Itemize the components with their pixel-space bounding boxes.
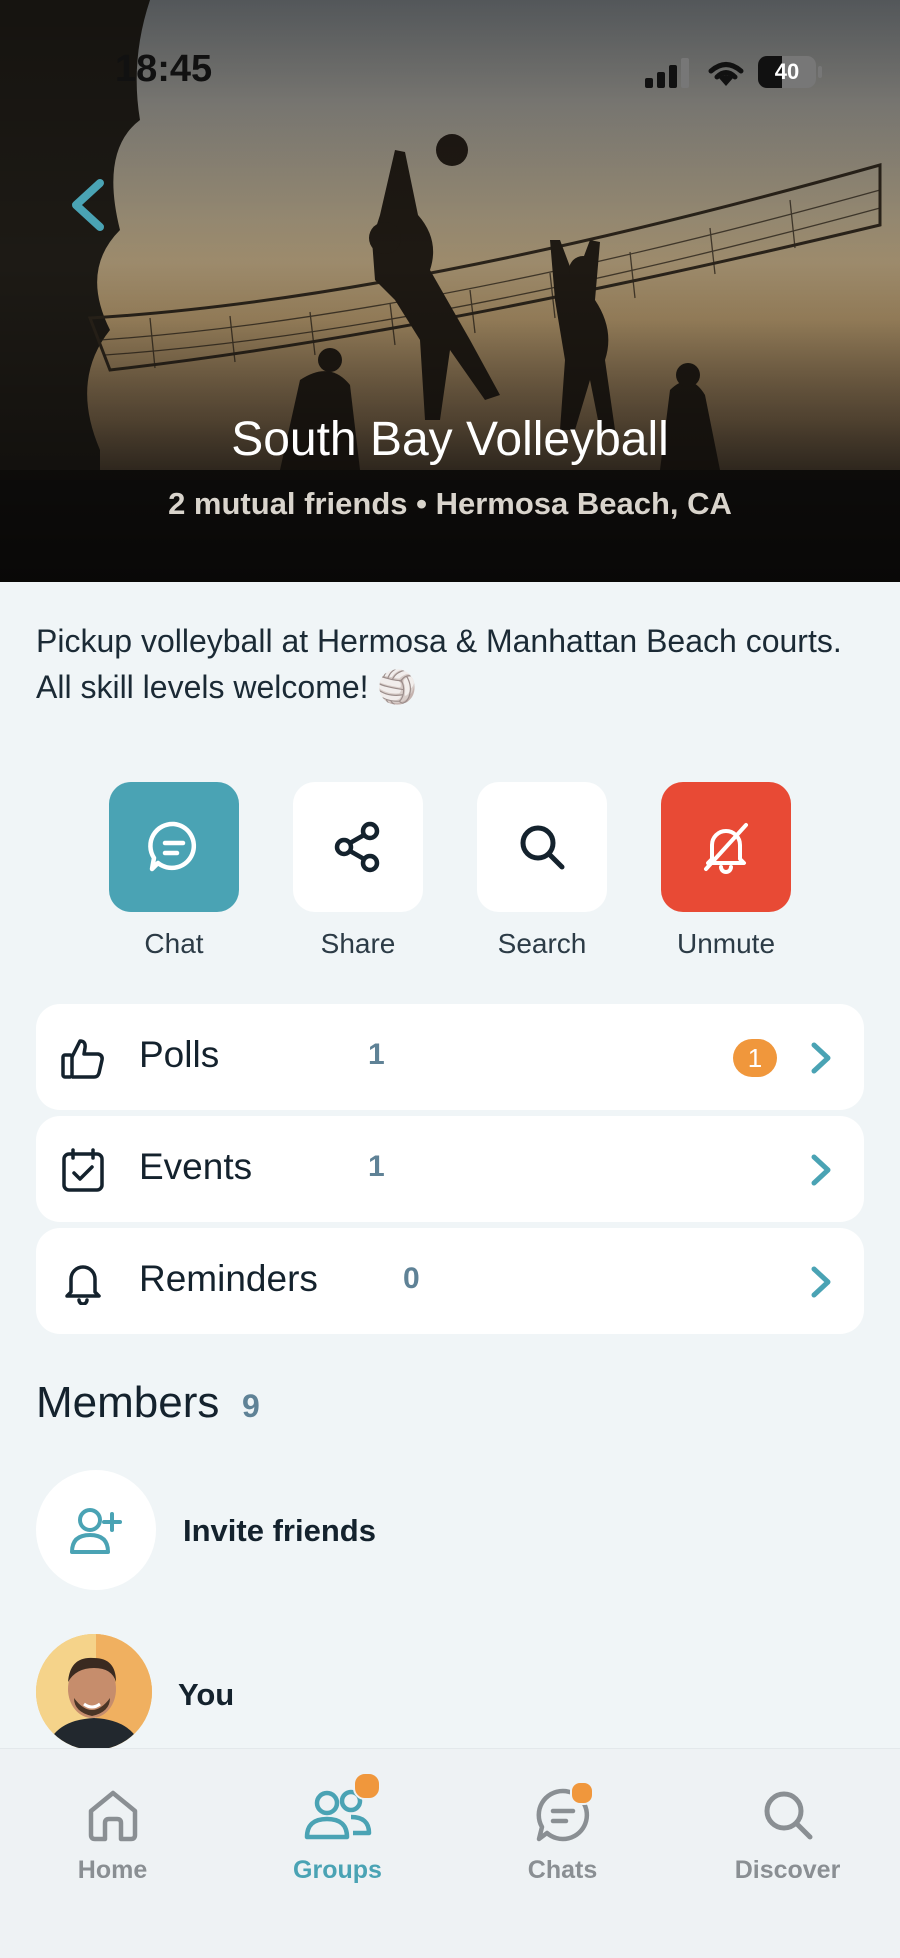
back-button[interactable]: [62, 175, 112, 235]
chevron-right-icon: [811, 1042, 831, 1074]
invite-friends-button[interactable]: [36, 1470, 156, 1590]
unmute-label: Unmute: [676, 928, 776, 959]
polls-row[interactable]: Polls 1 1: [36, 1004, 864, 1110]
discover-icon: [764, 1791, 812, 1840]
search-button[interactable]: [477, 782, 607, 912]
chats-notification-dot: [570, 1781, 594, 1805]
chevron-right-icon: [811, 1266, 831, 1298]
tab-home-label: Home: [77, 1856, 148, 1884]
group-title: South Bay Volleyball: [231, 413, 669, 466]
search-label: Search: [497, 928, 587, 959]
calendar-check-icon: [62, 1148, 104, 1192]
unmute-button[interactable]: [661, 782, 791, 912]
reminders-row[interactable]: Reminders 0: [36, 1228, 864, 1334]
chat-button[interactable]: [109, 782, 239, 912]
tab-discover-label: Discover: [734, 1856, 841, 1884]
events-label: Events: [139, 1146, 253, 1187]
polls-label: Polls: [139, 1034, 220, 1075]
thumbs-up-icon: [61, 1039, 104, 1079]
add-user-icon: [70, 1508, 122, 1554]
tab-bar: Home Groups Chats Discover: [0, 1748, 900, 1958]
reminders-count: 0: [403, 1262, 420, 1295]
tab-groups-label: Groups: [293, 1856, 382, 1884]
status-bar: 18:45 40: [0, 0, 900, 140]
chevron-right-icon: [811, 1154, 831, 1186]
chat-action[interactable]: Chat: [109, 782, 239, 960]
bell-off-icon: [704, 823, 748, 874]
members-count: 9: [242, 1388, 260, 1424]
reminders-label: Reminders: [139, 1258, 318, 1299]
share-action[interactable]: Share: [293, 782, 423, 960]
group-description: Pickup volleyball at Hermosa & Manhattan…: [36, 623, 842, 705]
bell-icon: [65, 1265, 101, 1305]
invite-friends-label[interactable]: Invite friends: [183, 1513, 376, 1549]
share-button[interactable]: [293, 782, 423, 912]
events-row[interactable]: Events 1: [36, 1116, 864, 1222]
unmute-action[interactable]: Unmute: [661, 782, 791, 960]
chat-bubble-icon: [148, 821, 197, 872]
home-icon: [88, 1790, 137, 1842]
wifi-icon: [708, 62, 744, 86]
avatar[interactable]: [36, 1634, 152, 1750]
polls-count: 1: [368, 1038, 385, 1071]
member-name[interactable]: You: [178, 1677, 234, 1713]
battery-icon: 40: [758, 56, 816, 88]
battery-level: 40: [774, 59, 800, 84]
polls-unread-badge: 1: [733, 1039, 777, 1077]
tab-chats-label: Chats: [527, 1856, 598, 1884]
group-subtitle: 2 mutual friends • Hermosa Beach, CA: [168, 486, 732, 521]
members-title: Members: [36, 1378, 220, 1427]
search-icon: [520, 825, 565, 870]
group-header: 18:45 40 South Bay Volleyball 2 mutual f…: [0, 0, 900, 582]
clock: 18:45: [115, 48, 213, 90]
user-photo: [36, 1634, 152, 1750]
tab-groups[interactable]: Groups: [225, 1749, 450, 1958]
tab-discover[interactable]: Discover: [675, 1749, 900, 1958]
events-count: 1: [368, 1150, 385, 1183]
cellular-signal-icon: [645, 58, 689, 88]
chat-label: Chat: [144, 928, 204, 959]
share-label: Share: [320, 928, 396, 959]
tab-home[interactable]: Home: [0, 1749, 225, 1958]
share-icon: [334, 821, 380, 873]
chevron-left-icon: [72, 179, 104, 231]
groups-notification-dot: [353, 1772, 381, 1800]
tab-chats[interactable]: Chats: [450, 1749, 675, 1958]
search-action[interactable]: Search: [477, 782, 607, 960]
